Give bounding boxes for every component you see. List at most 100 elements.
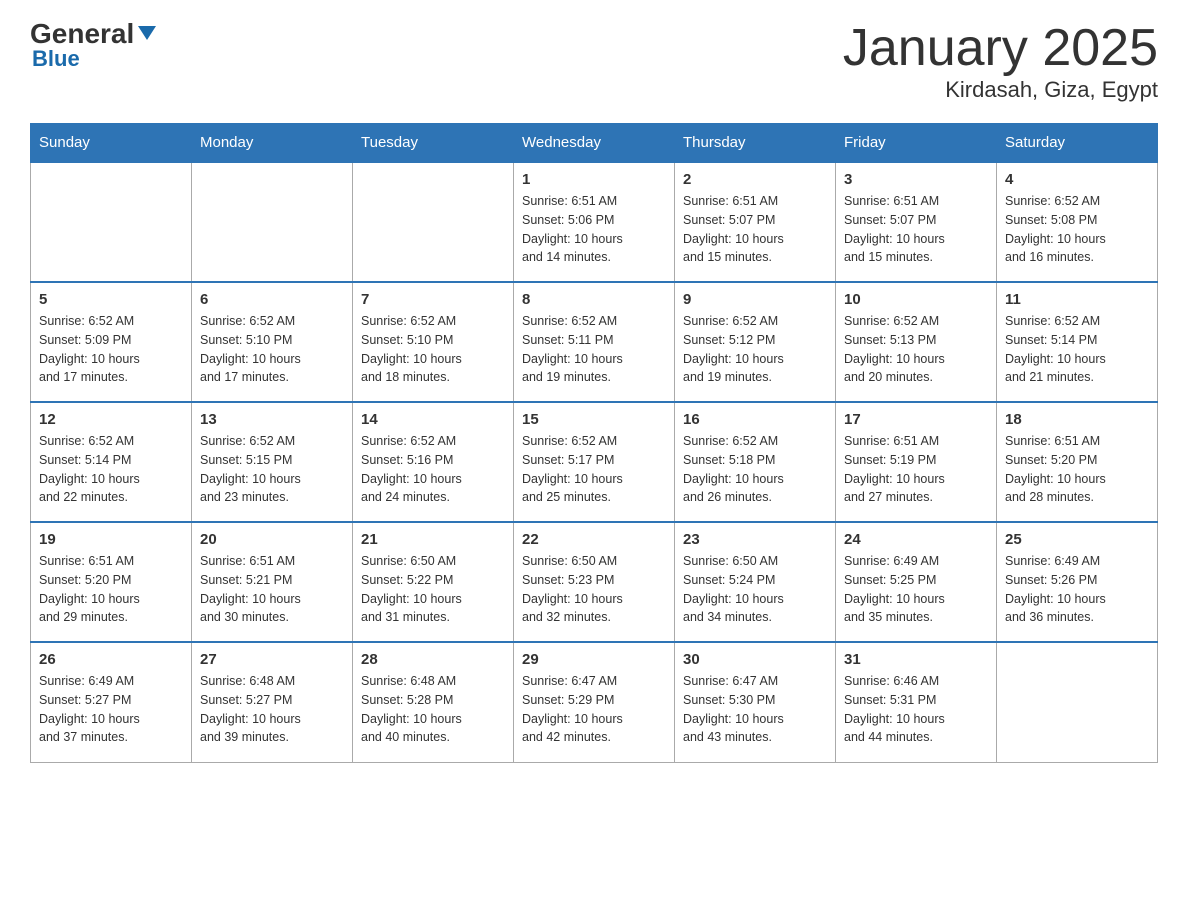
day-info: Sunrise: 6:48 AM Sunset: 5:28 PM Dayligh… [361,672,505,747]
logo: General Blue [30,20,158,72]
day-info: Sunrise: 6:47 AM Sunset: 5:30 PM Dayligh… [683,672,827,747]
calendar-header: Sunday Monday Tuesday Wednesday Thursday… [31,124,1158,163]
calendar-cell: 27 Sunrise: 6:48 AM Sunset: 5:27 PM Dayli… [192,642,353,762]
day-number: 8 [522,291,666,308]
logo-triangle-icon [136,22,158,44]
day-number: 26 [39,651,183,668]
day-info: Sunrise: 6:52 AM Sunset: 5:11 PM Dayligh… [522,312,666,387]
calendar-table: Sunday Monday Tuesday Wednesday Thursday… [30,123,1158,763]
day-info: Sunrise: 6:51 AM Sunset: 5:20 PM Dayligh… [1005,432,1149,507]
day-info: Sunrise: 6:52 AM Sunset: 5:12 PM Dayligh… [683,312,827,387]
day-info: Sunrise: 6:49 AM Sunset: 5:25 PM Dayligh… [844,552,988,627]
calendar-title: January 2025 [843,20,1158,77]
calendar-cell: 13 Sunrise: 6:52 AM Sunset: 5:15 PM Dayli… [192,402,353,522]
day-info: Sunrise: 6:51 AM Sunset: 5:07 PM Dayligh… [844,192,988,267]
day-number: 11 [1005,291,1149,308]
calendar-cell: 12 Sunrise: 6:52 AM Sunset: 5:14 PM Dayli… [31,402,192,522]
day-number: 5 [39,291,183,308]
calendar-cell: 16 Sunrise: 6:52 AM Sunset: 5:18 PM Dayli… [675,402,836,522]
calendar-body: 1 Sunrise: 6:51 AM Sunset: 5:06 PM Daylig… [31,162,1158,762]
calendar-cell: 11 Sunrise: 6:52 AM Sunset: 5:14 PM Dayli… [997,282,1158,402]
title-block: January 2025 Kirdasah, Giza, Egypt [843,20,1158,103]
day-info: Sunrise: 6:49 AM Sunset: 5:26 PM Dayligh… [1005,552,1149,627]
day-number: 12 [39,411,183,428]
header-monday: Monday [192,124,353,163]
day-info: Sunrise: 6:51 AM Sunset: 5:06 PM Dayligh… [522,192,666,267]
day-number: 7 [361,291,505,308]
calendar-subtitle: Kirdasah, Giza, Egypt [843,77,1158,103]
calendar-cell: 1 Sunrise: 6:51 AM Sunset: 5:06 PM Daylig… [514,162,675,282]
calendar-cell: 21 Sunrise: 6:50 AM Sunset: 5:22 PM Dayli… [353,522,514,642]
calendar-cell: 30Sunrise: 6:47 AM Sunset: 5:30 PM Dayli… [675,642,836,762]
day-info: Sunrise: 6:49 AM Sunset: 5:27 PM Dayligh… [39,672,183,747]
day-info: Sunrise: 6:52 AM Sunset: 5:13 PM Dayligh… [844,312,988,387]
logo-blue-text: Blue [32,46,80,72]
calendar-cell: 17Sunrise: 6:51 AM Sunset: 5:19 PM Dayli… [836,402,997,522]
day-info: Sunrise: 6:52 AM Sunset: 5:09 PM Dayligh… [39,312,183,387]
calendar-cell: 10 Sunrise: 6:52 AM Sunset: 5:13 PM Dayli… [836,282,997,402]
day-number: 21 [361,531,505,548]
day-number: 1 [522,171,666,188]
day-number: 6 [200,291,344,308]
day-number: 29 [522,651,666,668]
day-info: Sunrise: 6:52 AM Sunset: 5:10 PM Dayligh… [200,312,344,387]
day-number: 22 [522,531,666,548]
calendar-week-row: 12 Sunrise: 6:52 AM Sunset: 5:14 PM Dayli… [31,402,1158,522]
day-number: 24 [844,531,988,548]
calendar-cell: 15Sunrise: 6:52 AM Sunset: 5:17 PM Dayli… [514,402,675,522]
day-info: Sunrise: 6:51 AM Sunset: 5:21 PM Dayligh… [200,552,344,627]
weekday-header-row: Sunday Monday Tuesday Wednesday Thursday… [31,124,1158,163]
calendar-cell: 20 Sunrise: 6:51 AM Sunset: 5:21 PM Dayli… [192,522,353,642]
day-info: Sunrise: 6:52 AM Sunset: 5:08 PM Dayligh… [1005,192,1149,267]
header-tuesday: Tuesday [353,124,514,163]
day-number: 3 [844,171,988,188]
calendar-cell: 7 Sunrise: 6:52 AM Sunset: 5:10 PM Daylig… [353,282,514,402]
calendar-cell: 8 Sunrise: 6:52 AM Sunset: 5:11 PM Daylig… [514,282,675,402]
calendar-week-row: 1 Sunrise: 6:51 AM Sunset: 5:06 PM Daylig… [31,162,1158,282]
day-number: 4 [1005,171,1149,188]
logo-general-text: General [30,20,134,48]
calendar-cell: 2 Sunrise: 6:51 AM Sunset: 5:07 PM Daylig… [675,162,836,282]
day-number: 13 [200,411,344,428]
day-info: Sunrise: 6:52 AM Sunset: 5:16 PM Dayligh… [361,432,505,507]
calendar-cell: 22 Sunrise: 6:50 AM Sunset: 5:23 PM Dayli… [514,522,675,642]
day-info: Sunrise: 6:51 AM Sunset: 5:07 PM Dayligh… [683,192,827,267]
page-header: General Blue January 2025 Kirdasah, Giza… [30,20,1158,103]
day-info: Sunrise: 6:50 AM Sunset: 5:23 PM Dayligh… [522,552,666,627]
day-number: 2 [683,171,827,188]
calendar-cell [997,642,1158,762]
calendar-cell [31,162,192,282]
header-friday: Friday [836,124,997,163]
day-number: 17 [844,411,988,428]
calendar-cell: 28 Sunrise: 6:48 AM Sunset: 5:28 PM Dayli… [353,642,514,762]
day-info: Sunrise: 6:50 AM Sunset: 5:22 PM Dayligh… [361,552,505,627]
day-info: Sunrise: 6:52 AM Sunset: 5:14 PM Dayligh… [39,432,183,507]
day-number: 27 [200,651,344,668]
day-info: Sunrise: 6:48 AM Sunset: 5:27 PM Dayligh… [200,672,344,747]
calendar-week-row: 5 Sunrise: 6:52 AM Sunset: 5:09 PM Daylig… [31,282,1158,402]
calendar-cell: 5 Sunrise: 6:52 AM Sunset: 5:09 PM Daylig… [31,282,192,402]
day-number: 16 [683,411,827,428]
day-number: 10 [844,291,988,308]
calendar-cell [353,162,514,282]
calendar-cell: 18Sunrise: 6:51 AM Sunset: 5:20 PM Dayli… [997,402,1158,522]
header-sunday: Sunday [31,124,192,163]
header-wednesday: Wednesday [514,124,675,163]
day-info: Sunrise: 6:52 AM Sunset: 5:18 PM Dayligh… [683,432,827,507]
day-info: Sunrise: 6:52 AM Sunset: 5:15 PM Dayligh… [200,432,344,507]
day-info: Sunrise: 6:52 AM Sunset: 5:14 PM Dayligh… [1005,312,1149,387]
calendar-cell: 6 Sunrise: 6:52 AM Sunset: 5:10 PM Daylig… [192,282,353,402]
day-number: 19 [39,531,183,548]
day-info: Sunrise: 6:52 AM Sunset: 5:10 PM Dayligh… [361,312,505,387]
day-number: 31 [844,651,988,668]
calendar-cell: 4 Sunrise: 6:52 AM Sunset: 5:08 PM Daylig… [997,162,1158,282]
calendar-cell: 26 Sunrise: 6:49 AM Sunset: 5:27 PM Dayli… [31,642,192,762]
day-number: 28 [361,651,505,668]
day-info: Sunrise: 6:50 AM Sunset: 5:24 PM Dayligh… [683,552,827,627]
header-thursday: Thursday [675,124,836,163]
day-number: 20 [200,531,344,548]
calendar-cell: 23Sunrise: 6:50 AM Sunset: 5:24 PM Dayli… [675,522,836,642]
calendar-cell: 9Sunrise: 6:52 AM Sunset: 5:12 PM Daylig… [675,282,836,402]
calendar-cell [192,162,353,282]
header-saturday: Saturday [997,124,1158,163]
